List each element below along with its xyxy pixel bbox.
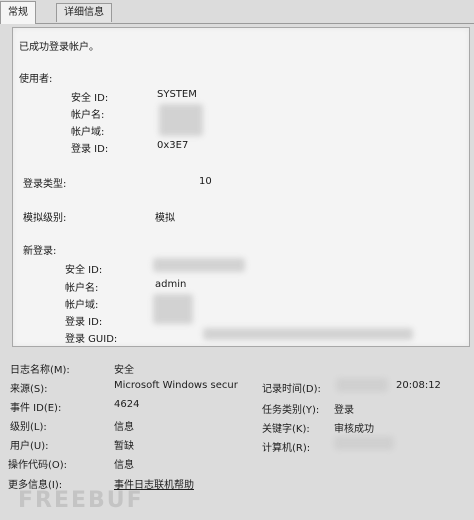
subject-security-id-label: 安全 ID: bbox=[71, 93, 109, 104]
redacted-logon-guid bbox=[203, 328, 413, 340]
log-name-label: 日志名称(M): bbox=[10, 365, 70, 376]
tab-divider bbox=[0, 23, 474, 24]
redacted-logged-date bbox=[336, 378, 388, 392]
logon-type-value: 10 bbox=[199, 176, 212, 187]
impersonation-label: 模拟级别: bbox=[23, 213, 67, 224]
logged-label: 记录时间(D): bbox=[262, 384, 321, 395]
new-logon-account-domain-label: 帐户域: bbox=[65, 300, 99, 311]
event-id-value[interactable]: 4624 bbox=[114, 399, 139, 410]
keywords-label: 关键字(K): bbox=[262, 424, 310, 435]
level-value[interactable]: 信息 bbox=[114, 418, 134, 433]
tab-details[interactable]: 详细信息 bbox=[56, 3, 112, 22]
subject-account-name-label: 帐户名: bbox=[71, 110, 105, 121]
redacted-computer bbox=[334, 436, 394, 450]
user-label: 用户(U): bbox=[10, 441, 49, 452]
new-logon-heading: 新登录: bbox=[23, 246, 57, 257]
new-logon-logon-id-label: 登录 ID: bbox=[65, 317, 103, 328]
event-description-box[interactable]: 已成功登录帐户。 使用者: 安全 ID: SYSTEM 帐户名: 帐户域: 登录… bbox=[12, 27, 470, 347]
new-logon-account-name-label: 帐户名: bbox=[65, 283, 99, 294]
event-id-label: 事件 ID(E): bbox=[10, 403, 62, 414]
subject-logon-id-value: 0x3E7 bbox=[157, 140, 189, 151]
subject-security-id-value: SYSTEM bbox=[157, 89, 197, 100]
intro-text: 已成功登录帐户。 bbox=[19, 42, 99, 53]
task-category-value[interactable]: 登录 bbox=[334, 401, 354, 416]
subject-account-domain-label: 帐户域: bbox=[71, 127, 105, 138]
redacted-new-security-id bbox=[153, 258, 245, 272]
logon-type-label: 登录类型: bbox=[23, 179, 67, 190]
source-value[interactable]: Microsoft Windows secur bbox=[114, 380, 238, 391]
user-value[interactable]: 暂缺 bbox=[114, 437, 134, 452]
new-logon-account-name-value: admin bbox=[155, 279, 187, 290]
redacted-subject-account bbox=[159, 104, 203, 136]
computer-label: 计算机(R): bbox=[262, 443, 311, 454]
opcode-value[interactable]: 信息 bbox=[114, 456, 134, 471]
new-logon-guid-label: 登录 GUID: bbox=[65, 334, 118, 345]
task-category-label: 任务类别(Y): bbox=[262, 405, 320, 416]
keywords-value[interactable]: 审核成功 bbox=[334, 420, 374, 435]
subject-heading: 使用者: bbox=[19, 74, 53, 85]
tab-general[interactable]: 常规 bbox=[0, 1, 36, 24]
impersonation-value: 模拟 bbox=[155, 213, 175, 224]
source-label: 来源(S): bbox=[10, 384, 48, 395]
tab-strip: 常规 详细信息 bbox=[0, 0, 474, 24]
new-logon-security-id-label: 安全 ID: bbox=[65, 265, 103, 276]
freebuf-watermark: FREEBUF bbox=[18, 488, 144, 513]
opcode-label: 操作代码(O): bbox=[8, 460, 68, 471]
redacted-new-domain bbox=[153, 294, 193, 324]
subject-logon-id-label: 登录 ID: bbox=[71, 144, 109, 155]
log-name-value[interactable]: 安全 bbox=[114, 361, 134, 376]
level-label: 级别(L): bbox=[10, 422, 47, 433]
logged-value[interactable]: 20:08:12 bbox=[396, 380, 441, 391]
